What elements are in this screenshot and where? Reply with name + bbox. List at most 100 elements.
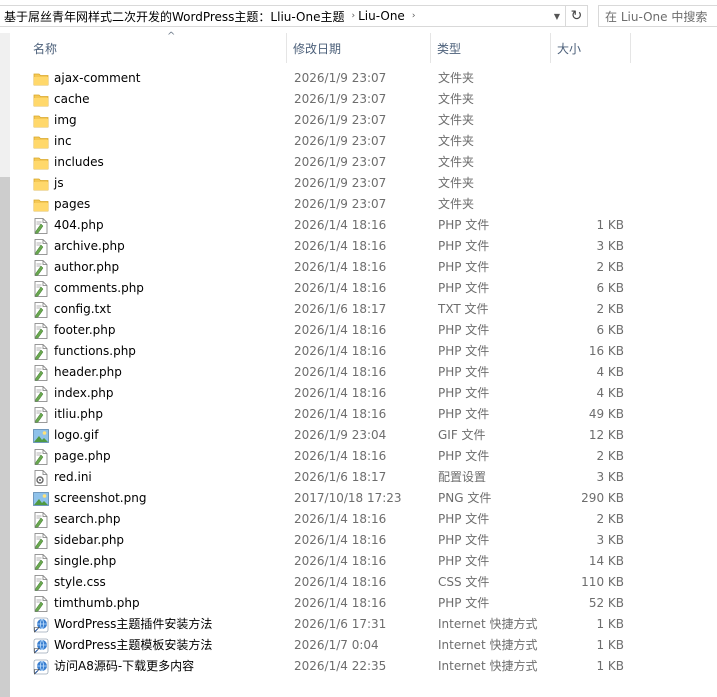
refresh-icon[interactable]: ↻ [565, 6, 587, 26]
column-header-type[interactable]: 类型 [431, 33, 551, 63]
file-row[interactable]: itliu.php 2026/1/4 18:16 PHP 文件 49 KB [10, 404, 717, 425]
file-row[interactable]: WordPress主题模板安装方法 2026/1/7 0:04 Internet 快… [10, 635, 717, 656]
file-row[interactable]: logo.gif 2026/1/9 23:04 GIF 文件 12 KB [10, 425, 717, 446]
file-row[interactable]: pages 2026/1/9 23:07 文件夹 [10, 194, 717, 215]
file-type: TXT 文件 [438, 302, 489, 316]
file-type: PHP 文件 [438, 323, 490, 337]
file-row[interactable]: archive.php 2026/1/4 18:16 PHP 文件 3 KB [10, 236, 717, 257]
file-date: 2026/1/9 23:07 [294, 113, 387, 127]
file-date: 2026/1/4 18:16 [294, 218, 387, 232]
file-name: inc [54, 134, 72, 148]
file-name: header.php [54, 365, 122, 379]
file-row[interactable]: style.css 2026/1/4 18:16 CSS 文件 110 KB [10, 572, 717, 593]
file-size: 110 KB [581, 575, 624, 589]
column-header-size[interactable]: 大小 [551, 33, 631, 63]
file-date: 2026/1/4 18:16 [294, 281, 387, 295]
file-date: 2017/10/18 17:23 [294, 491, 402, 505]
file-date: 2026/1/7 0:04 [294, 638, 379, 652]
file-name: cache [54, 92, 90, 106]
file-row[interactable]: author.php 2026/1/4 18:16 PHP 文件 2 KB [10, 257, 717, 278]
file-row[interactable]: screenshot.png 2017/10/18 17:23 PNG 文件 290 … [10, 488, 717, 509]
file-row[interactable]: header.php 2026/1/4 18:16 PHP 文件 4 KB [10, 362, 717, 383]
file-date: 2026/1/9 23:07 [294, 155, 387, 169]
file-name: 访问A8源码-下载更多内容 [54, 659, 195, 673]
internet-shortcut-icon [33, 656, 49, 677]
file-name: includes [54, 155, 104, 169]
file-row[interactable]: search.php 2026/1/4 18:16 PHP 文件 2 KB [10, 509, 717, 530]
file-type: 文件夹 [438, 155, 475, 169]
file-name: search.php [54, 512, 121, 526]
file-row[interactable]: ajax-comment 2026/1/9 23:07 文件夹 [10, 68, 717, 89]
file-row[interactable]: sidebar.php 2026/1/4 18:16 PHP 文件 3 KB [10, 530, 717, 551]
file-date: 2026/1/9 23:07 [294, 92, 387, 106]
chevron-down-icon[interactable]: ▼ [550, 6, 564, 26]
file-row[interactable]: index.php 2026/1/4 18:16 PHP 文件 4 KB [10, 383, 717, 404]
file-row[interactable]: timthumb.php 2026/1/4 18:16 PHP 文件 52 KB [10, 593, 717, 614]
code-file-icon [33, 383, 49, 404]
column-header-name[interactable]: ^ 名称 [27, 31, 287, 63]
breadcrumb-item[interactable]: 基于屌丝青年网样式二次开发的WordPress主题：Lliu-One主题 [4, 8, 348, 25]
file-size: 52 KB [588, 596, 624, 610]
scrollbar-thumb[interactable] [0, 177, 10, 697]
column-header-date[interactable]: 修改日期 [287, 33, 431, 63]
file-row[interactable]: footer.php 2026/1/4 18:16 PHP 文件 6 KB [10, 320, 717, 341]
folder-icon [33, 152, 49, 173]
file-size [558, 194, 624, 215]
file-row[interactable]: page.php 2026/1/4 18:16 PHP 文件 2 KB [10, 446, 717, 467]
file-name: WordPress主题模板安装方法 [54, 638, 213, 652]
chevron-right-icon[interactable]: › [409, 11, 419, 21]
file-type: PHP 文件 [438, 386, 490, 400]
file-row[interactable]: js 2026/1/9 23:07 文件夹 [10, 173, 717, 194]
file-date: 2026/1/4 18:16 [294, 260, 387, 274]
file-date: 2026/1/4 18:16 [294, 533, 387, 547]
file-date: 2026/1/9 23:07 [294, 134, 387, 148]
file-row[interactable]: 404.php 2026/1/4 18:16 PHP 文件 1 KB [10, 215, 717, 236]
file-type: PHP 文件 [438, 449, 490, 463]
sort-ascending-icon: ^ [167, 31, 176, 42]
file-row[interactable]: comments.php 2026/1/4 18:16 PHP 文件 6 KB [10, 278, 717, 299]
file-size: 1 KB [596, 617, 624, 631]
file-row[interactable]: 访问A8源码-下载更多内容 2026/1/4 22:35 Internet 快捷方式… [10, 656, 717, 677]
file-size: 4 KB [596, 365, 624, 379]
file-size [558, 173, 624, 194]
breadcrumb-item[interactable]: Liu-One [358, 9, 409, 23]
file-size [558, 68, 624, 89]
search-input[interactable]: 在 Liu-One 中搜索 [598, 5, 717, 27]
file-date: 2026/1/4 18:16 [294, 575, 387, 589]
file-name: js [54, 176, 64, 190]
column-header-date-label: 修改日期 [293, 41, 342, 56]
file-type: 文件夹 [438, 113, 475, 127]
file-date: 2026/1/4 18:16 [294, 239, 387, 253]
file-size: 12 KB [588, 428, 624, 442]
search-placeholder: 在 Liu-One 中搜索 [605, 9, 708, 24]
file-row[interactable]: single.php 2026/1/4 18:16 PHP 文件 14 KB [10, 551, 717, 572]
file-size [558, 89, 624, 110]
file-size: 49 KB [588, 407, 624, 421]
file-type: Internet 快捷方式 [438, 659, 538, 673]
file-type: PHP 文件 [438, 260, 490, 274]
file-row[interactable]: functions.php 2026/1/4 18:16 PHP 文件 16 KB [10, 341, 717, 362]
file-name: style.css [54, 575, 106, 589]
address-bar[interactable]: 基于屌丝青年网样式二次开发的WordPress主题：Lliu-One主题 › Liu… [0, 5, 588, 27]
chevron-right-icon[interactable]: › [348, 11, 358, 21]
code-file-icon [33, 215, 49, 236]
file-row[interactable]: cache 2026/1/9 23:07 文件夹 [10, 89, 717, 110]
code-file-icon [33, 593, 49, 614]
code-file-icon [33, 299, 49, 320]
file-row[interactable]: inc 2026/1/9 23:07 文件夹 [10, 131, 717, 152]
file-size: 2 KB [596, 449, 624, 463]
code-file-icon [33, 551, 49, 572]
file-row[interactable]: WordPress主题插件安装方法 2026/1/6 17:31 Internet … [10, 614, 717, 635]
file-row[interactable]: includes 2026/1/9 23:07 文件夹 [10, 152, 717, 173]
file-size: 1 KB [596, 638, 624, 652]
file-list: ajax-comment 2026/1/9 23:07 文件夹 cache 2026/1… [10, 68, 717, 677]
column-headers: ^ 名称 修改日期 类型 大小 [10, 31, 717, 63]
file-type: CSS 文件 [438, 575, 490, 589]
navigation-pane-scrollbar[interactable] [0, 33, 10, 697]
code-file-icon [33, 446, 49, 467]
file-row[interactable]: config.txt 2026/1/6 18:17 TXT 文件 2 KB [10, 299, 717, 320]
file-row[interactable]: red.ini 2026/1/6 18:17 配置设置 3 KB [10, 467, 717, 488]
file-date: 2026/1/6 18:17 [294, 302, 387, 316]
file-row[interactable]: img 2026/1/9 23:07 文件夹 [10, 110, 717, 131]
file-type: PHP 文件 [438, 281, 490, 295]
